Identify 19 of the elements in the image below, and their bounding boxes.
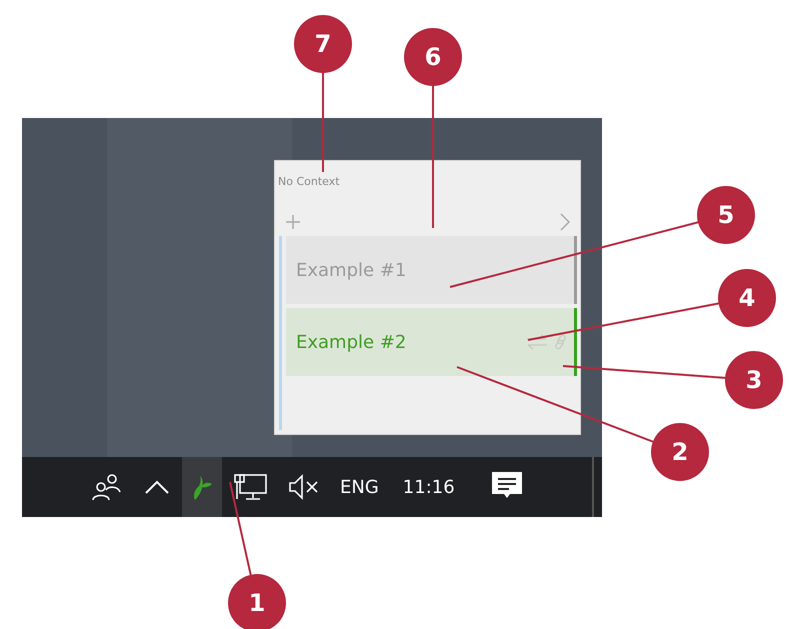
- clock[interactable]: 11:16: [402, 476, 455, 498]
- callout-badge: 4: [718, 269, 776, 327]
- link-icon: [554, 334, 568, 350]
- tray-button[interactable]: [182, 457, 222, 517]
- item-indicator: [574, 236, 577, 304]
- item-indicator: [574, 308, 577, 376]
- context-label: No Context: [278, 175, 340, 188]
- chevron-up-icon[interactable]: [144, 479, 170, 495]
- callout-badge: 1: [228, 574, 286, 629]
- callout-badge: 6: [404, 28, 462, 86]
- callout-badge: 5: [697, 186, 755, 244]
- language-indicator[interactable]: ENG: [340, 476, 379, 498]
- volume-muted-icon[interactable]: [288, 473, 320, 501]
- network-icon[interactable]: [234, 473, 268, 501]
- callout-badge: 7: [294, 15, 352, 73]
- item-label: Example #2: [296, 332, 408, 352]
- callout-badge: 2: [651, 423, 709, 481]
- callout-badge: 3: [725, 351, 783, 409]
- item-label: Example #1: [296, 260, 408, 280]
